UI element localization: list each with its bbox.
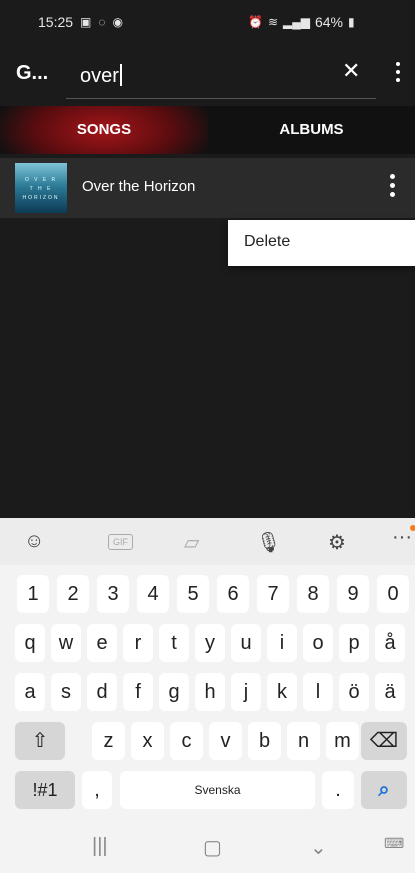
key-d[interactable]: d bbox=[87, 673, 117, 711]
key-o[interactable]: o bbox=[303, 624, 333, 662]
song-list-item[interactable]: O V E R T H E HORIZON Over the Horizon bbox=[0, 158, 415, 218]
key-a-umlaut[interactable]: ä bbox=[375, 673, 405, 711]
key-3[interactable]: 3 bbox=[97, 575, 129, 613]
vpn-icon: ◉ bbox=[112, 15, 124, 29]
battery-text: 64% bbox=[314, 14, 344, 30]
key-v[interactable]: v bbox=[209, 722, 242, 760]
key-9[interactable]: 9 bbox=[337, 575, 369, 613]
gallery-icon: ▣ bbox=[80, 15, 92, 29]
delete-menu-item[interactable]: Delete bbox=[244, 233, 290, 251]
clear-search-icon[interactable]: ✕ bbox=[342, 58, 360, 84]
key-6[interactable]: 6 bbox=[217, 575, 249, 613]
key-m[interactable]: m bbox=[326, 722, 359, 760]
album-art-text-3: HORIZON bbox=[22, 195, 60, 201]
key-q[interactable]: q bbox=[15, 624, 45, 662]
app-title: G... bbox=[16, 62, 49, 84]
key-g[interactable]: g bbox=[159, 673, 189, 711]
key-1[interactable]: 1 bbox=[17, 575, 49, 613]
key-p[interactable]: p bbox=[339, 624, 369, 662]
shift-key-icon[interactable]: ⇧ bbox=[15, 722, 65, 760]
wifi-icon: ≋ bbox=[267, 15, 279, 29]
key-w[interactable]: w bbox=[51, 624, 81, 662]
key-8[interactable]: 8 bbox=[297, 575, 329, 613]
system-nav-bar: ||| ▢ ⌄ ⌨ bbox=[0, 825, 415, 873]
key-c[interactable]: c bbox=[170, 722, 203, 760]
key-t[interactable]: t bbox=[159, 624, 189, 662]
overflow-menu-icon[interactable] bbox=[396, 62, 402, 86]
key-y[interactable]: y bbox=[195, 624, 225, 662]
key-5[interactable]: 5 bbox=[177, 575, 209, 613]
key-7[interactable]: 7 bbox=[257, 575, 289, 613]
keyboard-switch-icon[interactable]: ⌨ bbox=[384, 835, 404, 852]
key-h[interactable]: h bbox=[195, 673, 225, 711]
app-bar: G... over ✕ bbox=[0, 44, 415, 106]
back-chevron-down-icon[interactable]: ⌄ bbox=[310, 835, 327, 860]
context-menu: Delete bbox=[228, 220, 415, 266]
key-x[interactable]: x bbox=[131, 722, 164, 760]
key-u[interactable]: u bbox=[231, 624, 261, 662]
search-value: over bbox=[80, 65, 119, 87]
key-i[interactable]: i bbox=[267, 624, 297, 662]
symbols-key[interactable]: !#1 bbox=[15, 771, 75, 809]
album-art-text-1: O V E R bbox=[24, 177, 58, 183]
period-key[interactable]: . bbox=[322, 771, 354, 809]
alarm-icon: ⏰ bbox=[248, 15, 263, 29]
album-art: O V E R T H E HORIZON bbox=[15, 163, 67, 213]
key-k[interactable]: k bbox=[267, 673, 297, 711]
key-f[interactable]: f bbox=[123, 673, 153, 711]
text-caret bbox=[119, 64, 122, 86]
sync-icon: ◌ bbox=[98, 15, 106, 29]
key-z[interactable]: z bbox=[92, 722, 125, 760]
tab-albums[interactable]: ALBUMS bbox=[208, 106, 415, 154]
comma-key[interactable]: , bbox=[82, 771, 112, 809]
space-key[interactable]: Svenska bbox=[120, 771, 315, 809]
keyboard-toolbar: ☺ GIF ▱ 🎙 ⚙ ··· bbox=[0, 518, 415, 565]
gif-button[interactable]: GIF bbox=[108, 534, 133, 550]
key-l[interactable]: l bbox=[303, 673, 333, 711]
status-time: 15:25 bbox=[38, 14, 74, 30]
key-b[interactable]: b bbox=[248, 722, 281, 760]
emoji-icon[interactable]: ☺ bbox=[24, 530, 44, 553]
microphone-icon[interactable]: 🎙 bbox=[256, 530, 281, 555]
key-2[interactable]: 2 bbox=[57, 575, 89, 613]
key-s[interactable]: s bbox=[51, 673, 81, 711]
status-bar: 15:25 ▣ ◌ ◉ ⏰ ≋ ▂▄▆ 64% ▮ bbox=[0, 0, 415, 44]
key-a[interactable]: a bbox=[15, 673, 45, 711]
search-input[interactable]: over bbox=[66, 58, 376, 99]
recent-apps-icon[interactable]: ||| bbox=[92, 835, 108, 858]
album-art-text-2: T H E bbox=[29, 186, 53, 192]
search-key-icon[interactable]: ⌕ bbox=[361, 771, 407, 809]
key-o-umlaut[interactable]: ö bbox=[339, 673, 369, 711]
more-options-icon[interactable]: ··· bbox=[392, 525, 415, 549]
tab-bar: SONGS ALBUMS bbox=[0, 106, 415, 154]
battery-icon: ▮ bbox=[348, 15, 355, 29]
key-0[interactable]: 0 bbox=[377, 575, 409, 613]
sticker-icon[interactable]: ▱ bbox=[184, 530, 199, 555]
song-title: Over the Horizon bbox=[82, 178, 196, 195]
key-j[interactable]: j bbox=[231, 673, 261, 711]
tab-songs[interactable]: SONGS bbox=[0, 106, 208, 154]
signal-icon: ▂▄▆ bbox=[283, 15, 310, 29]
key-4[interactable]: 4 bbox=[137, 575, 169, 613]
key-e[interactable]: e bbox=[87, 624, 117, 662]
key-n[interactable]: n bbox=[287, 722, 320, 760]
backspace-key-icon[interactable]: ⌫ bbox=[361, 722, 407, 760]
key-r[interactable]: r bbox=[123, 624, 153, 662]
home-icon[interactable]: ▢ bbox=[203, 835, 222, 860]
song-options-icon[interactable] bbox=[390, 174, 396, 201]
key-a-ring[interactable]: å bbox=[375, 624, 405, 662]
settings-gear-icon[interactable]: ⚙ bbox=[328, 530, 346, 555]
